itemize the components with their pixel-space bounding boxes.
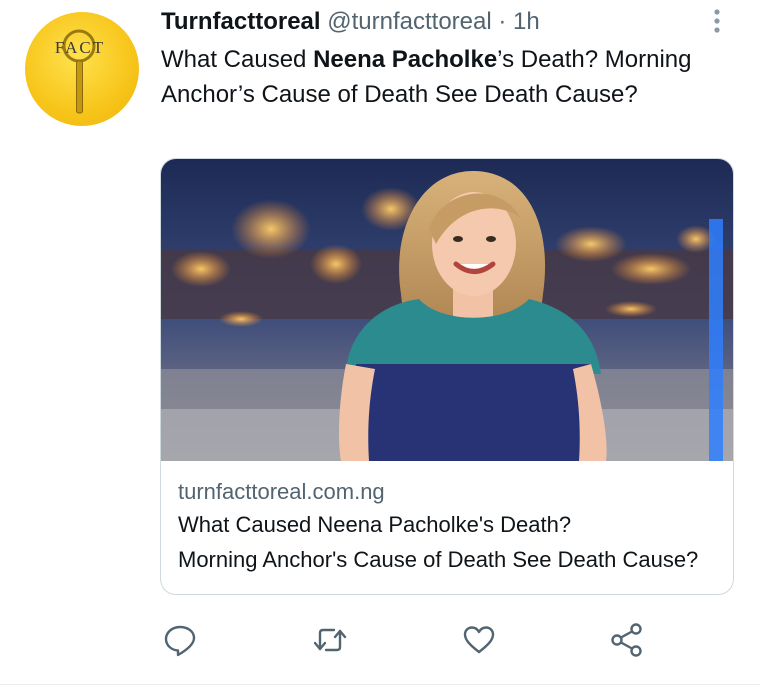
share-button[interactable] [605, 618, 649, 662]
tweet-text: What Caused Neena Pacholke’s Death? Morn… [161, 42, 721, 112]
more-menu-button[interactable] [708, 8, 726, 34]
tweet-text-part1: What Caused [161, 46, 314, 73]
link-card[interactable]: turnfacttoreal.com.ng What Caused Neena … [160, 158, 734, 595]
author-handle[interactable]: @turnfacttoreal [327, 8, 491, 35]
fact-logo: FACT [55, 29, 105, 114]
like-button[interactable] [457, 618, 501, 662]
avatar[interactable]: FACT [25, 12, 139, 126]
reply-icon [164, 625, 196, 657]
card-title-line1: What Caused Neena Pacholke's Death? [178, 512, 572, 537]
tweet-text-bold[interactable]: Neena Pacholke [313, 46, 497, 73]
share-icon [611, 623, 642, 657]
avatar-text: FACT [55, 38, 105, 57]
retweet-button[interactable] [308, 618, 352, 662]
card-image[interactable] [161, 159, 734, 461]
action-bar [0, 618, 760, 662]
heart-icon [463, 626, 495, 654]
divider [0, 684, 760, 685]
card-body[interactable]: turnfacttoreal.com.ng What Caused Neena … [178, 477, 723, 577]
author-name[interactable]: Turnfacttoreal [161, 8, 321, 35]
retweet-icon [313, 628, 347, 652]
more-vertical-icon [714, 9, 720, 33]
card-domain: turnfacttoreal.com.ng [178, 479, 385, 504]
separator: · [498, 8, 507, 35]
tweet-header: Turnfacttoreal @turnfacttoreal · 1h [161, 8, 540, 36]
timestamp[interactable]: 1h [513, 8, 540, 35]
card-title-line2: Morning Anchor's Cause of Death See Deat… [178, 547, 699, 572]
reply-button[interactable] [158, 618, 202, 662]
